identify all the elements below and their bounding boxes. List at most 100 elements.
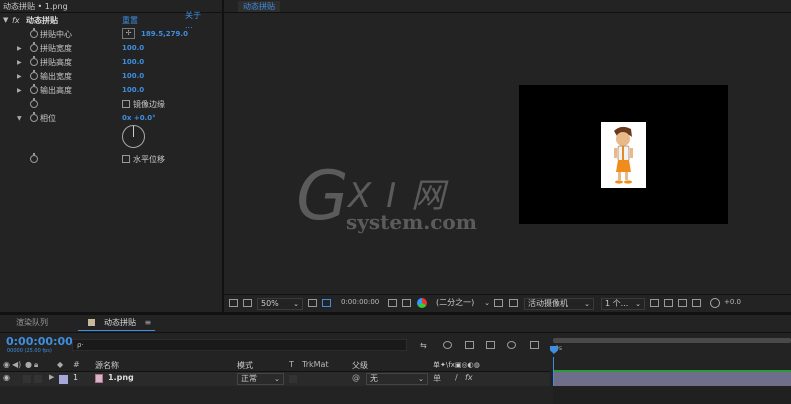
solo-icon[interactable]: ● — [25, 360, 32, 369]
stopwatch-icon[interactable] — [30, 28, 38, 38]
expand-triangle-icon[interactable]: ▶ — [17, 87, 22, 94]
monitor-icon[interactable] — [243, 299, 252, 307]
camera-select[interactable]: 活动摄像机 ⌄ — [524, 298, 594, 310]
playhead-handle[interactable] — [550, 346, 558, 354]
layer-label-color[interactable] — [59, 375, 68, 384]
expand-triangle-icon[interactable]: ▼ — [3, 16, 8, 24]
expand-triangle-icon[interactable]: ▶ — [17, 73, 22, 80]
reset-link[interactable]: 重置 — [122, 15, 138, 26]
dial-needle — [133, 126, 134, 137]
prop-row-mirror-edges: 镜像边缘 — [0, 97, 211, 111]
prop-label: 拼贴高度 — [40, 57, 72, 67]
frame-blending-icon[interactable] — [486, 341, 495, 349]
layer-mode-select[interactable]: 正常 ⌄ — [237, 373, 284, 385]
tab-render-queue[interactable]: 渲染队列 — [8, 317, 56, 331]
layer-solo-box[interactable] — [23, 375, 31, 383]
audio-icon[interactable]: ◀) — [12, 360, 21, 369]
quality-switch-icon[interactable]: / — [455, 373, 458, 382]
snapshot-icon[interactable] — [388, 299, 397, 307]
exposure-icon[interactable] — [710, 298, 720, 308]
transparency-grid-icon[interactable] — [509, 299, 518, 307]
timeline-track-area[interactable] — [553, 386, 791, 404]
video-eye-icon[interactable]: ◉ — [3, 360, 10, 369]
fx-switch-icon[interactable]: fx — [465, 373, 473, 382]
work-area-bar[interactable] — [553, 338, 791, 343]
phase-dial[interactable] — [122, 125, 145, 148]
stopwatch-icon[interactable] — [30, 70, 38, 80]
stopwatch-icon[interactable] — [30, 42, 38, 52]
graph-editor-icon[interactable] — [530, 341, 539, 349]
crosshair-point-button[interactable]: ✢ — [122, 28, 135, 39]
motion-blur-icon[interactable] — [507, 341, 516, 349]
current-time[interactable]: 0:00:00:00 — [6, 335, 73, 348]
always-preview-icon[interactable] — [229, 299, 238, 307]
comp-mini-flowchart-icon[interactable]: ⇆ — [420, 341, 429, 350]
zoom-select[interactable]: 50% ⌄ — [257, 298, 303, 310]
col-parent[interactable]: 父级 — [352, 360, 368, 371]
color-channels-icon[interactable] — [417, 298, 427, 308]
comp-tab[interactable]: 动态拼贴 — [238, 1, 280, 12]
prop-value[interactable]: 100.0 — [122, 72, 144, 80]
region-of-interest-icon[interactable] — [494, 299, 503, 307]
views-select[interactable]: 1 个... ⌄ — [601, 298, 645, 310]
column-header-row: ◉ ◀) ● 🔒︎ ◆ # 源名称 模式 T TrkMat 父级 单✦\fx▣◎… — [0, 359, 550, 372]
stopwatch-icon[interactable] — [30, 153, 38, 163]
col-mode[interactable]: 模式 — [237, 360, 253, 371]
layer-row[interactable]: ◉ ▶ 1 1.png 正常 ⌄ @ 无 ⌄ 单 / fx — [0, 372, 550, 386]
viewer-toolbar: 50% ⌄ 0:00:00:00 (二分之一) ⌄ 活动摄像机 ⌄ 1 个...… — [224, 294, 791, 312]
layer-search-input[interactable]: ρ· — [72, 339, 407, 351]
stopwatch-icon[interactable] — [30, 112, 38, 122]
exposure-value[interactable]: +0.0 — [724, 298, 741, 306]
draft-3d-icon[interactable] — [443, 341, 452, 349]
effect-row[interactable]: ▼ fx 动态拼贴 重置 关于 ... — [0, 11, 211, 30]
chevron-down-icon: ⌄ — [584, 300, 590, 308]
layer-lock-box[interactable] — [34, 375, 42, 383]
trkmat-box[interactable] — [289, 375, 297, 383]
label-tag-icon[interactable]: ◆ — [57, 360, 63, 369]
timeline-icon[interactable] — [678, 299, 687, 307]
horizontal-shift-checkbox[interactable] — [122, 155, 130, 163]
fast-previews-icon[interactable] — [664, 299, 673, 307]
prop-value[interactable]: 189.5,279.0 — [141, 30, 188, 38]
prop-value[interactable]: 100.0 — [122, 44, 144, 52]
expand-triangle-icon[interactable]: ▶ — [17, 45, 22, 52]
fx-icon[interactable]: fx — [12, 16, 20, 25]
comp-canvas[interactable] — [519, 85, 728, 224]
tab-comp[interactable]: 动态拼贴 ≡ — [78, 317, 156, 331]
shy-layers-icon[interactable] — [465, 341, 474, 349]
show-snapshot-icon[interactable] — [402, 299, 411, 307]
stopwatch-icon[interactable] — [30, 98, 38, 108]
prop-value[interactable]: 100.0 — [122, 86, 144, 94]
prop-value[interactable]: 0x +0.0° — [122, 114, 156, 122]
time-ruler[interactable]: 0s — [550, 335, 791, 357]
mask-visibility-icon[interactable] — [322, 299, 331, 307]
mirror-edges-checkbox[interactable] — [122, 100, 130, 108]
prop-row-tile-width: ▶ 拼贴宽度 100.0 — [0, 41, 211, 55]
safe-zones-icon[interactable] — [308, 299, 317, 307]
col-switches: 单✦\fx▣◎◐◍ — [433, 361, 480, 369]
expand-triangle-icon[interactable]: ▶ — [49, 373, 54, 381]
col-source-name[interactable]: 源名称 — [95, 360, 119, 371]
layer-duration-bar[interactable] — [553, 372, 791, 386]
comp-viewer[interactable]: G X I 网 system.com — [224, 13, 791, 293]
layer-name[interactable]: 1.png — [108, 373, 134, 382]
effect-name: 动态拼贴 — [26, 15, 58, 25]
prop-row-output-width: ▶ 输出宽度 100.0 — [0, 69, 211, 83]
toggle-pixel-aspect-icon[interactable] — [650, 299, 659, 307]
stopwatch-icon[interactable] — [30, 56, 38, 66]
prop-value[interactable]: 100.0 — [122, 58, 144, 66]
layer-visibility-icon[interactable]: ◉ — [3, 373, 10, 382]
stopwatch-icon[interactable] — [30, 84, 38, 94]
flowchart-icon[interactable] — [692, 299, 701, 307]
layer-parent-select[interactable]: 无 ⌄ — [366, 373, 428, 385]
shy-switch-icon[interactable]: 单 — [433, 373, 441, 384]
resolution-select[interactable]: (二分之一) ⌄ — [433, 298, 491, 310]
hamburger-icon[interactable]: ≡ — [145, 318, 152, 327]
toolbar-timecode[interactable]: 0:00:00:00 — [341, 298, 379, 306]
parent-pickwhip-icon[interactable]: @ — [352, 373, 360, 382]
footage-image[interactable] — [601, 122, 646, 188]
expand-triangle-icon[interactable]: ▼ — [17, 115, 22, 122]
expand-triangle-icon[interactable]: ▶ — [17, 59, 22, 66]
lock-icon[interactable]: 🔒︎ — [34, 360, 38, 370]
panel-header: 动态拼贴 • 1.png — [3, 2, 68, 11]
